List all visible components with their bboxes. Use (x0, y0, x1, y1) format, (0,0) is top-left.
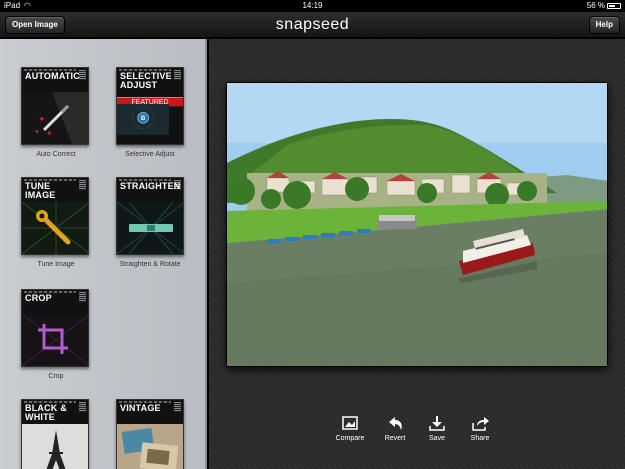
app-logo: snapseed (275, 16, 350, 33)
tool-tile-straighten[interactable]: STRAIGHTEN (116, 177, 184, 255)
tool-title: SELECTIVE ADJUST (120, 71, 172, 90)
svg-text:B: B (141, 115, 146, 122)
tool-title: AUTOMATIC (25, 71, 80, 81)
tool-tile-vintage[interactable]: VINTAGE (116, 399, 184, 469)
tools-sidebar[interactable]: AUTOMATIC ✦ ✦ ✦ Auto Correct SELECTIVE A… (0, 39, 207, 469)
vintage-photo-icon (117, 424, 183, 469)
save-label: Save (429, 435, 445, 442)
tool-tile-crop[interactable]: CROP (21, 289, 89, 367)
tool-label: Straighten & Rotate (119, 261, 181, 268)
battery-icon (607, 3, 621, 9)
status-bar: iPad ◠ 14:19 56 % (0, 0, 625, 12)
share-label: Share (470, 435, 490, 442)
tool-title: VINTAGE (120, 403, 161, 413)
save-button[interactable]: Save (417, 415, 457, 442)
editor-canvas: Compare Revert Save Share (209, 39, 625, 469)
top-toolbar: Open Image snapseed Help (0, 12, 625, 38)
crop-icon (22, 314, 88, 366)
tool-label: Crop (48, 373, 64, 380)
undo-arrow-icon (389, 417, 402, 430)
help-button[interactable]: Help (588, 16, 620, 34)
battery-percent: 56 % (586, 1, 605, 10)
bottom-action-bar: Compare Revert Save Share (209, 415, 625, 451)
revert-button[interactable]: Revert (375, 415, 415, 442)
magic-wand-icon: ✦ ✦ ✦ (22, 92, 88, 144)
share-button[interactable]: Share (460, 415, 500, 442)
tool-label: Tune Image (37, 261, 75, 268)
tool-tile-automatic[interactable]: AUTOMATIC ✦ ✦ ✦ (21, 67, 89, 145)
compare-label: Compare (335, 435, 365, 442)
control-point-icon: B (117, 104, 170, 135)
svg-text:✦: ✦ (46, 129, 53, 138)
level-icon (117, 202, 183, 254)
revert-label: Revert (384, 435, 406, 442)
tool-tile-tune-image[interactable]: TUNE IMAGE (21, 177, 89, 255)
download-icon (429, 416, 445, 431)
tool-title: TUNE IMAGE (25, 181, 56, 200)
share-icon (472, 417, 489, 431)
wrench-icon (22, 202, 88, 254)
tool-title: CROP (25, 293, 52, 303)
tool-label: Selective Adjust (125, 151, 175, 158)
image-compare-icon (342, 416, 358, 430)
tool-title: BLACK & WHITE (25, 403, 67, 422)
clock: 14:19 (302, 1, 323, 10)
tool-label: Auto Correct (36, 151, 76, 158)
tool-tile-black-white[interactable]: BLACK & WHITE (21, 399, 89, 469)
eiffel-tower-icon (22, 424, 88, 469)
svg-text:✦: ✦ (38, 114, 46, 124)
river-landscape-image (227, 83, 607, 366)
compare-button[interactable]: Compare (330, 415, 370, 442)
svg-text:✦: ✦ (34, 128, 40, 136)
edited-photo[interactable] (226, 82, 608, 367)
tool-tile-selective-adjust[interactable]: SELECTIVE ADJUST FEATURED B (116, 67, 184, 145)
tool-title: STRAIGHTEN (120, 181, 181, 191)
